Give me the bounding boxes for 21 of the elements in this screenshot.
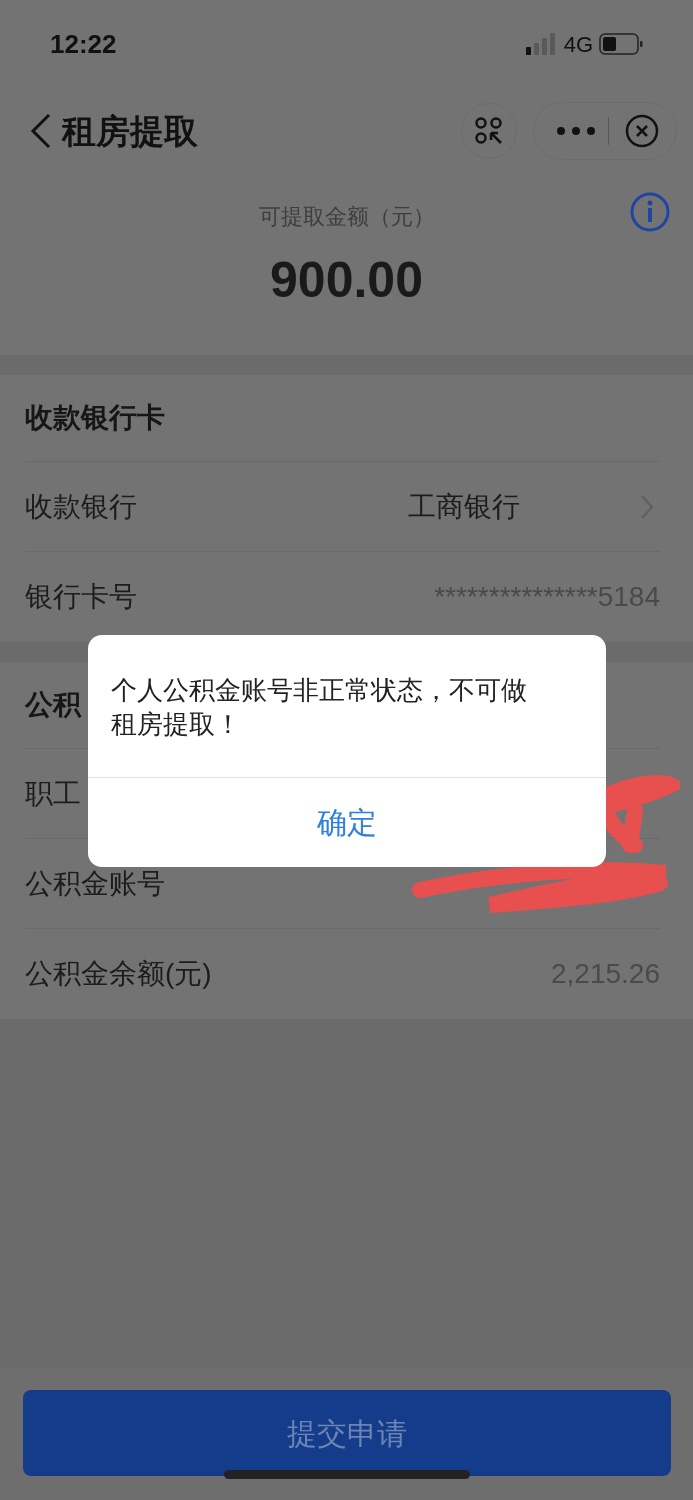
row-label: 职工 xyxy=(25,776,81,811)
grid-arrow-icon xyxy=(475,117,503,145)
close-icon[interactable] xyxy=(625,114,659,148)
row-value[interactable]: 工商银行 xyxy=(408,485,520,528)
back-chevron-icon[interactable] xyxy=(30,113,52,149)
section-title: 公积 xyxy=(25,688,81,722)
confirm-button[interactable]: 确定 xyxy=(88,777,606,867)
section-title: 收款银行卡 xyxy=(25,401,165,435)
row-label: 公积金余额(元) xyxy=(25,957,212,991)
page-title: 租房提取 xyxy=(62,110,198,152)
more-icon[interactable] xyxy=(556,126,596,136)
dialog-message: 个人公积金账号非正常状态，不可做租房提取！ xyxy=(111,674,528,741)
signal-icon xyxy=(525,33,558,55)
row-label: 收款银行 xyxy=(25,489,137,524)
amount-value: 900.00 xyxy=(270,251,423,310)
battery-icon xyxy=(599,33,643,55)
submit-button[interactable]: 提交申请 xyxy=(22,1390,671,1476)
row-label: 公积金账号 xyxy=(25,866,165,901)
row-label: 银行卡号 xyxy=(25,580,137,614)
network-label: 4G xyxy=(563,30,593,59)
status-time: 12:22 xyxy=(50,27,117,61)
